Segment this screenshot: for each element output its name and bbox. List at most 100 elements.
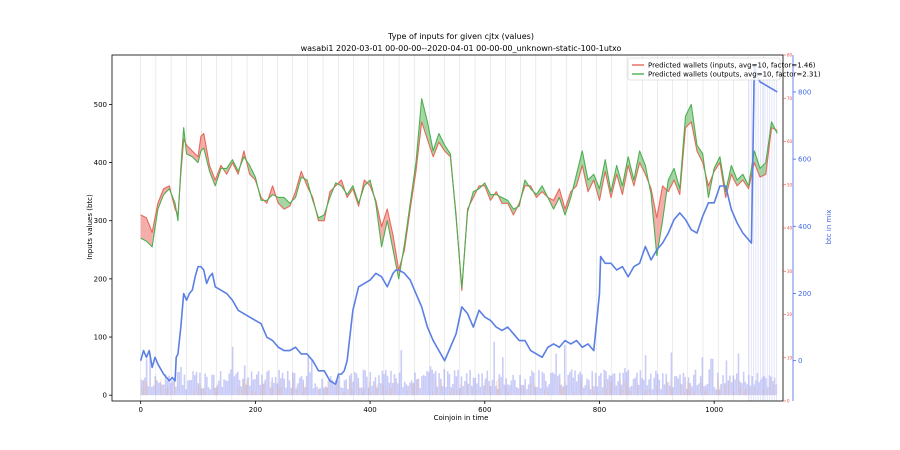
- chart-subtitle: wasabi1 2020-03-01 00-00-00--2020-04-01 …: [301, 44, 622, 53]
- y-tick-label-left: 500: [94, 101, 107, 109]
- background-bar: [421, 376, 423, 396]
- background-bar: [600, 373, 602, 396]
- background-bar: [459, 383, 461, 396]
- background-bar: [559, 378, 561, 396]
- y-tick-label-right1: 70: [787, 96, 793, 101]
- background-bar: [655, 385, 657, 396]
- background-bar: [432, 391, 434, 396]
- background-bar: [325, 387, 327, 396]
- y-tick-label-right1: 50: [787, 182, 793, 187]
- background-bar: [471, 387, 473, 396]
- background-bar: [671, 389, 673, 396]
- background-bar: [597, 392, 599, 396]
- background-bar: [195, 371, 198, 396]
- background-bar: [565, 385, 568, 396]
- background-bar: [507, 391, 509, 396]
- background-bar: [288, 380, 291, 396]
- background-bar: [639, 370, 642, 396]
- background-bar: [577, 374, 580, 396]
- background-bar: [680, 384, 683, 396]
- y-tick-label-right2: 0: [798, 357, 802, 365]
- background-bar: [180, 367, 182, 396]
- y-tick-label-right2: 600: [798, 156, 811, 164]
- background-bar: [413, 383, 415, 396]
- background-bar: [746, 384, 748, 396]
- background-bar: [711, 358, 714, 396]
- background-bar: [589, 389, 592, 396]
- background-bar: [684, 377, 686, 396]
- background-bar: [379, 383, 382, 396]
- background-bar: [452, 389, 454, 396]
- background-bar: [553, 373, 556, 396]
- background-bar: [456, 390, 458, 396]
- background-bar: [570, 369, 573, 396]
- background-bar: [501, 357, 504, 396]
- background-bar: [760, 65, 761, 401]
- background-bar: [355, 373, 358, 396]
- background-bar: [716, 389, 718, 396]
- background-bar: [285, 387, 287, 396]
- background-bar: [764, 65, 766, 401]
- background-bar: [277, 382, 279, 396]
- background-bar: [352, 381, 354, 396]
- background-bar: [403, 381, 406, 396]
- background-bar: [457, 369, 459, 396]
- background-bar: [303, 383, 305, 396]
- background-bar: [486, 370, 489, 396]
- background-bar: [503, 384, 506, 396]
- background-bar: [297, 383, 299, 396]
- background-bar: [675, 376, 678, 396]
- background-bar: [519, 384, 521, 396]
- background-bar: [417, 378, 420, 396]
- background-bar: [217, 383, 219, 396]
- background-bar: [414, 372, 416, 396]
- background-bar: [493, 341, 495, 396]
- background-bar: [333, 384, 335, 396]
- background-bar: [693, 391, 695, 396]
- background-bar: [658, 379, 661, 396]
- background-bar: [524, 379, 526, 396]
- background-bar: [656, 373, 659, 396]
- background-bar: [757, 65, 759, 401]
- background-bar: [155, 378, 157, 396]
- background-bar: [344, 391, 346, 396]
- background-bar: [263, 381, 265, 396]
- background-bar: [219, 371, 222, 396]
- background-bar: [181, 385, 184, 396]
- background-bar: [281, 372, 284, 396]
- plot-area: 0 200 400 600 800 100001002003004005000102030…: [94, 53, 812, 415]
- x-tick-label: 200: [249, 406, 262, 414]
- background-bar: [385, 389, 387, 396]
- x-tick-label: 800: [593, 406, 606, 414]
- background-bar: [606, 388, 608, 396]
- background-bar: [630, 391, 632, 396]
- background-bar: [280, 386, 282, 396]
- background-bar: [231, 346, 234, 396]
- background-bar: [604, 379, 606, 396]
- background-bar: [582, 387, 585, 396]
- series-gap-fill: [140, 214, 147, 242]
- background-bar: [584, 385, 587, 396]
- background-bar: [416, 379, 418, 396]
- background-bar: [641, 378, 643, 396]
- background-bar: [369, 371, 372, 396]
- y-tick-label-left: 0: [103, 392, 107, 400]
- background-bar: [575, 381, 578, 396]
- background-bar: [226, 381, 229, 396]
- background-bar: [261, 384, 263, 396]
- background-bar: [643, 390, 645, 396]
- background-bar: [773, 65, 775, 401]
- y-tick-label-left: 200: [94, 275, 107, 283]
- background-bar: [762, 65, 764, 401]
- background-bar: [644, 355, 647, 396]
- background-bar: [372, 381, 375, 396]
- y-tick-label-right1: 10: [787, 355, 793, 360]
- background-bar: [147, 386, 150, 396]
- background-bar: [233, 376, 236, 396]
- background-bar: [228, 373, 231, 396]
- background-bar: [729, 375, 731, 396]
- background-bar: [706, 383, 709, 396]
- outputs-series-line: [140, 98, 778, 289]
- background-bar: [429, 366, 432, 396]
- background-bar: [510, 380, 513, 396]
